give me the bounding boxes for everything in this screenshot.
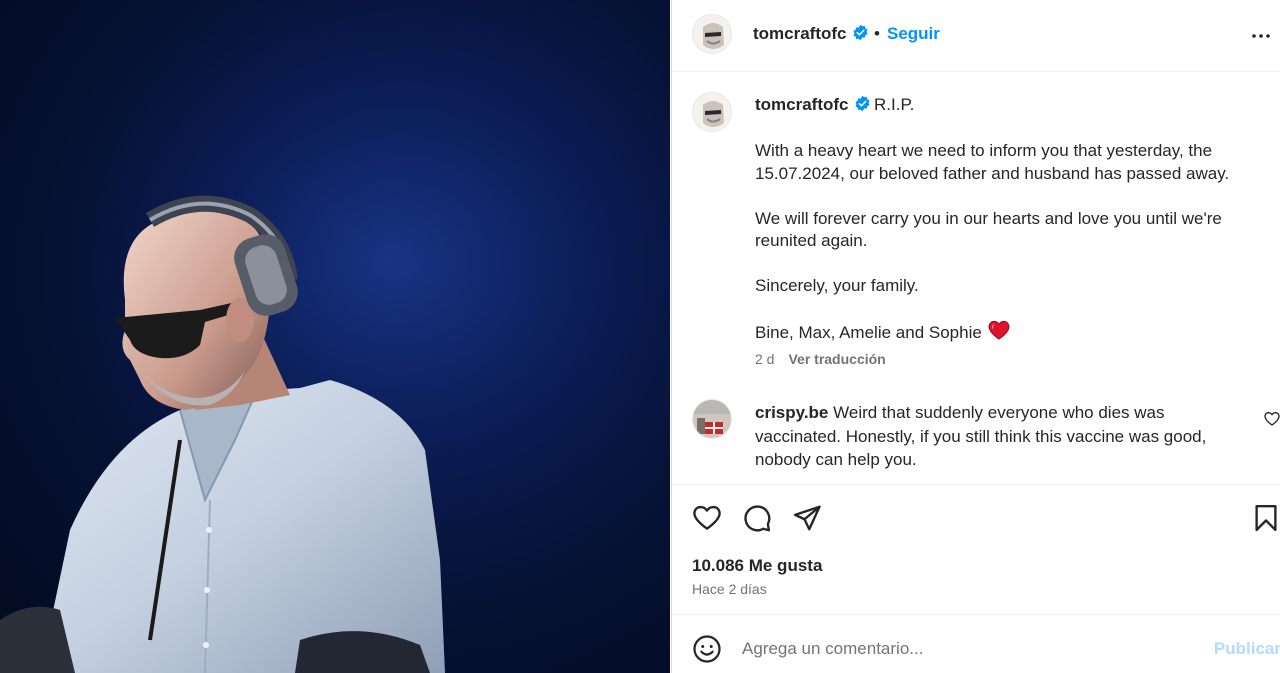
author-avatar[interactable] (692, 14, 732, 54)
author-username-text[interactable]: tomcraftofc (753, 24, 847, 43)
publish-button[interactable]: Publicar (1214, 639, 1280, 659)
comment: crispy.be Weird that suddenly everyone w… (755, 401, 1235, 472)
post-timestamp[interactable]: Hace 2 días (692, 581, 767, 597)
caption-title: R.I.P. (874, 95, 915, 114)
small-heart-icon[interactable] (1264, 411, 1280, 427)
likes-count[interactable]: 10.086 Me gusta (692, 556, 822, 576)
caption-age: 2 d (755, 351, 775, 367)
caption-username[interactable]: tomcraftofc (755, 95, 871, 117)
post-actions: 10.086 Me gusta Hace 2 días (672, 484, 1280, 614)
caption-paragraph: With a heavy heart we need to inform you… (755, 141, 1230, 183)
comment-composer: Publicar (672, 614, 1280, 673)
follow-button[interactable]: Seguir (887, 24, 940, 44)
red-heart-emoji-icon (988, 320, 1010, 347)
see-translation-button[interactable]: Ver traducción (788, 351, 885, 367)
post-details-panel: tomcraftofc • Seguir tomcraftofc R.I.P. … (671, 0, 1280, 673)
author-username[interactable]: tomcraftofc (753, 24, 869, 46)
share-icon[interactable] (792, 503, 822, 533)
bookmark-icon[interactable] (1251, 503, 1280, 533)
caption-paragraph: We will forever carry you in our hearts … (755, 208, 1222, 251)
caption-body: With a heavy heart we need to inform you… (755, 140, 1255, 347)
dj-photo-illustration (0, 0, 670, 673)
emoji-icon[interactable] (692, 634, 722, 664)
commenter-avatar[interactable] (692, 399, 732, 439)
avatar-image (693, 93, 731, 131)
caption-author-avatar[interactable] (692, 92, 732, 132)
caption-signature: Bine, Max, Amelie and Sophie (755, 320, 1255, 347)
comment-username[interactable]: crispy.be (755, 403, 828, 422)
add-comment-input[interactable] (742, 633, 1202, 665)
avatar-image (693, 15, 731, 53)
caption-signature-text: Bine, Max, Amelie and Sophie (755, 323, 982, 342)
verified-badge-icon (854, 95, 871, 117)
more-options-icon[interactable] (1249, 24, 1273, 48)
post-photo (0, 0, 670, 673)
caption-username-text[interactable]: tomcraftofc (755, 95, 849, 114)
header-separator: • (874, 24, 880, 43)
post-header: tomcraftofc • Seguir (672, 0, 1280, 72)
caption-meta: 2 d Ver traducción (755, 351, 886, 367)
comment-icon[interactable] (742, 503, 772, 533)
verified-badge-icon (852, 24, 869, 46)
avatar-image (693, 400, 731, 438)
heart-icon[interactable] (692, 503, 722, 533)
caption-paragraph: Sincerely, your family. (755, 276, 919, 295)
